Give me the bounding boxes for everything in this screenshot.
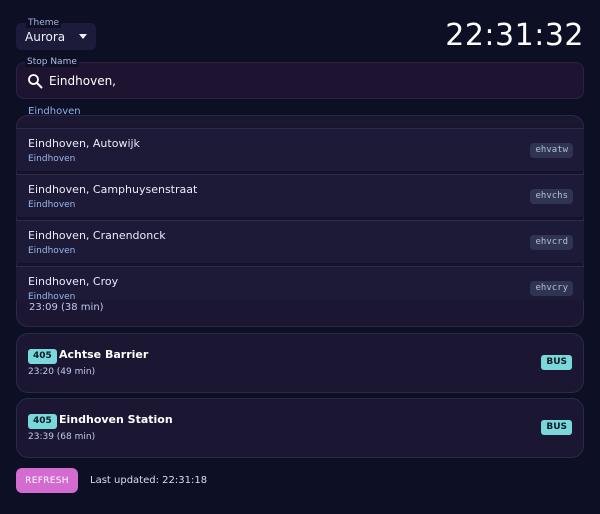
departure-time: 23:39 (68 min) xyxy=(28,432,96,442)
clock: 22:31:32 xyxy=(445,18,584,53)
caret-down-icon xyxy=(79,34,87,39)
stop-search-field[interactable]: Stop Name xyxy=(16,57,584,99)
departure-time: 23:09 (38 min) xyxy=(29,302,104,313)
route-badge: 405 xyxy=(28,414,57,429)
suggestion-city: Eindhoven xyxy=(28,246,76,256)
suggestion-item[interactable]: Eindhoven, Autowijk Eindhoven ehvatw xyxy=(16,128,584,171)
suggestion-name: Eindhoven, Croy xyxy=(28,275,119,288)
suggestion-list[interactable]: Eindhoven Eindhoven, Autowijk Eindhoven … xyxy=(16,106,584,300)
suggestion-item[interactable]: Eindhoven, Cranendonck Eindhoven ehvcrd xyxy=(16,220,584,263)
search-label: Stop Name xyxy=(25,57,79,67)
suggestion-name: Eindhoven, Camphuysenstraat xyxy=(28,183,198,196)
route-badge: 405 xyxy=(28,349,57,364)
mode-badge: BUS xyxy=(541,355,572,370)
theme-select[interactable]: Theme Aurora xyxy=(16,18,96,50)
suggestion-item[interactable]: Eindhoven, Camphuysenstraat Eindhoven eh… xyxy=(16,174,584,217)
last-updated: Last updated: 22:31:18 xyxy=(90,475,208,486)
suggestion-partial-city: Eindhoven xyxy=(28,106,81,117)
stop-code-badge: ehvchs xyxy=(530,189,573,204)
refresh-button[interactable]: REFRESH xyxy=(16,468,78,493)
stop-code-badge: ehvatw xyxy=(530,143,573,158)
suggestion-name: Eindhoven, Autowijk xyxy=(28,137,140,150)
destination: Achtse Barrier xyxy=(59,348,149,361)
theme-value: Aurora xyxy=(25,30,66,44)
search-icon xyxy=(28,74,43,89)
theme-label: Theme xyxy=(26,18,62,28)
suggestion-item[interactable]: Eindhoven, Croy Eindhoven ehvcry xyxy=(16,266,584,300)
departure-card[interactable]: 405 Achtse Barrier 23:20 (49 min) BUS xyxy=(16,333,584,393)
destination: Eindhoven Station xyxy=(59,413,173,426)
mode-badge: BUS xyxy=(541,420,572,435)
suggestion-name: Eindhoven, Cranendonck xyxy=(28,229,166,242)
search-input[interactable] xyxy=(49,71,549,91)
suggestion-city: Eindhoven xyxy=(28,292,76,300)
departure-time: 23:20 (49 min) xyxy=(28,367,96,377)
suggestion-city: Eindhoven xyxy=(28,154,76,164)
stop-code-badge: ehvcrd xyxy=(530,235,573,250)
departure-card[interactable]: 405 Eindhoven Station 23:39 (68 min) BUS xyxy=(16,398,584,458)
suggestion-city: Eindhoven xyxy=(28,200,76,210)
stop-code-badge: ehvcry xyxy=(530,281,573,296)
